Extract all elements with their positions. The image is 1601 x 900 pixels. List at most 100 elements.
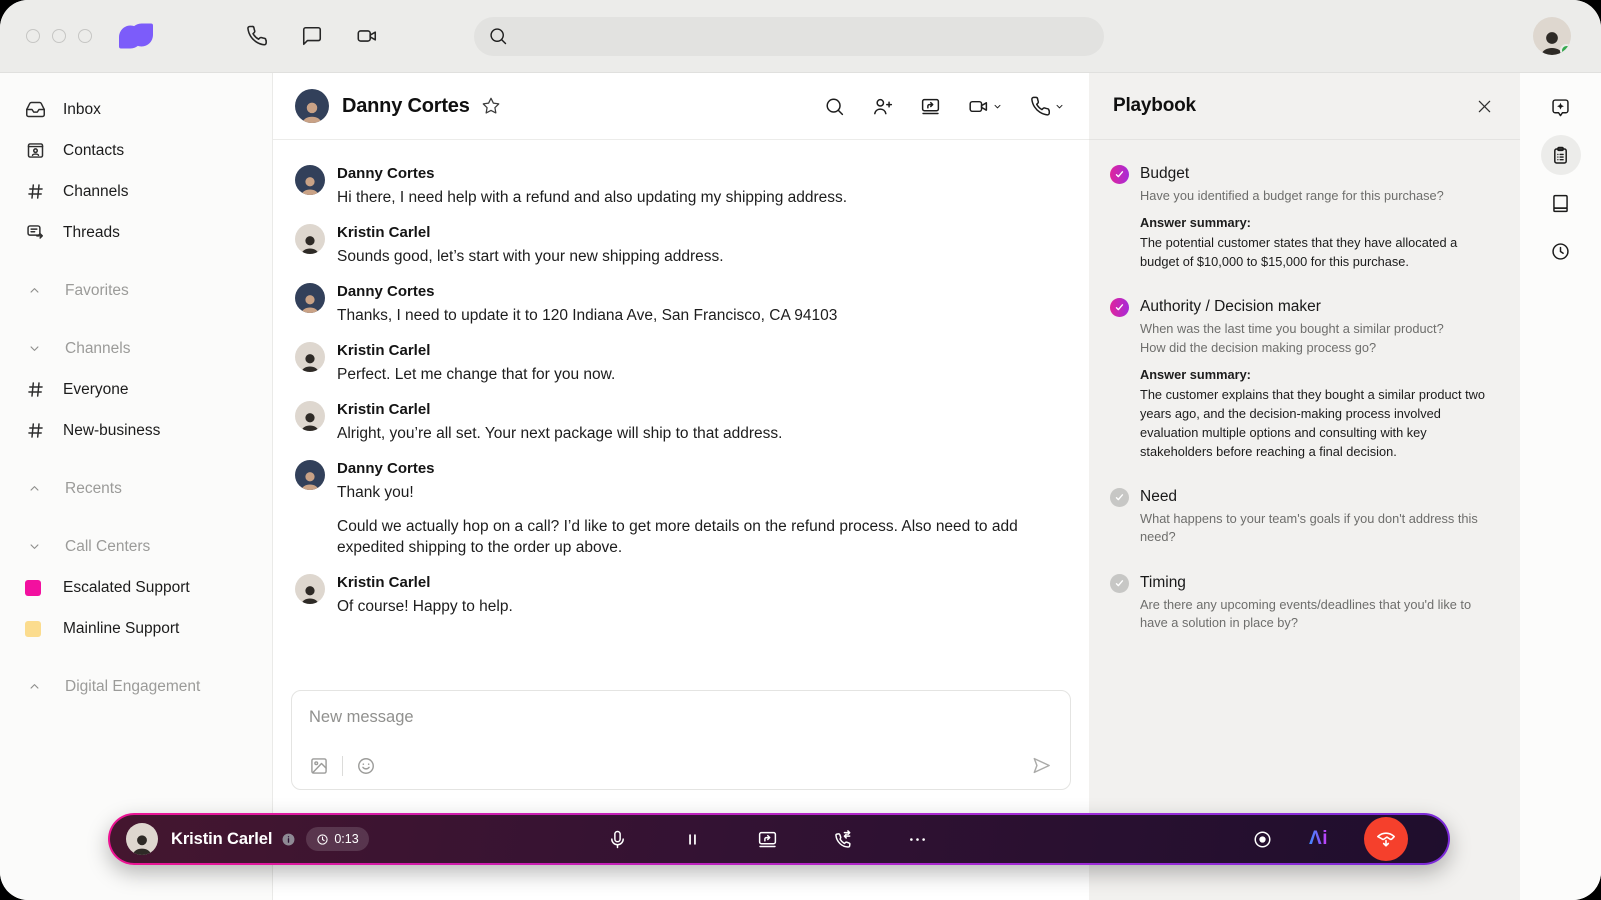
call-right-controls: Λi bbox=[928, 817, 1409, 861]
rail-ai-assistant-button[interactable] bbox=[1541, 87, 1581, 127]
person-silhouette-icon bbox=[128, 831, 156, 855]
sidebar-item-threads[interactable]: Threads bbox=[0, 212, 272, 253]
emoji-icon[interactable] bbox=[356, 756, 376, 776]
message-text: Alright, you’re all set. Your next packa… bbox=[337, 423, 782, 444]
message-author: Kristin Carlel bbox=[337, 224, 724, 242]
attach-image-icon[interactable] bbox=[309, 756, 329, 776]
phone-nav-icon[interactable] bbox=[246, 25, 268, 47]
person-silhouette-icon bbox=[297, 468, 323, 490]
close-playbook-button[interactable] bbox=[1475, 97, 1494, 116]
person-silhouette-icon bbox=[297, 173, 323, 195]
sidebar-item-new-business[interactable]: New-business bbox=[0, 410, 272, 451]
rail-playbook-button[interactable] bbox=[1541, 135, 1581, 175]
sidebar-item-label: Mainline Support bbox=[63, 620, 179, 638]
sidebar-section-channels[interactable]: Channels bbox=[0, 328, 272, 369]
call-center-color-swatch bbox=[25, 580, 41, 596]
chat-nav-icon[interactable] bbox=[301, 25, 323, 47]
chat-header: Danny Cortes bbox=[273, 73, 1089, 140]
send-icon bbox=[1030, 754, 1053, 777]
chevron-down-icon bbox=[27, 539, 42, 554]
phone-icon bbox=[1030, 96, 1051, 117]
ai-logo[interactable]: Λi bbox=[1309, 828, 1328, 850]
app-window: Inbox Contacts Channels Threads Favorite… bbox=[0, 0, 1601, 900]
more-options-icon[interactable] bbox=[907, 829, 928, 850]
search-in-chat-icon[interactable] bbox=[824, 96, 845, 117]
add-person-icon[interactable] bbox=[872, 96, 893, 117]
sidebar-item-mainline-support[interactable]: Mainline Support bbox=[0, 608, 272, 649]
share-screen-icon[interactable] bbox=[757, 829, 778, 850]
chat-actions bbox=[824, 96, 1065, 117]
toolbar-divider bbox=[342, 756, 343, 776]
threads-icon bbox=[25, 222, 46, 243]
avatar bbox=[295, 401, 325, 431]
message: Kristin Carlel Alright, you’re all set. … bbox=[295, 401, 1063, 444]
video-nav-icon[interactable] bbox=[356, 25, 378, 47]
online-status-dot bbox=[1560, 44, 1571, 55]
message-text: Perfect. Let me change that for you now. bbox=[337, 364, 615, 385]
playbook-question: When was the last time you bought a simi… bbox=[1140, 320, 1496, 339]
right-rail bbox=[1520, 73, 1601, 900]
message-text: Could we actually hop on a call? I’d lik… bbox=[337, 516, 1027, 558]
chat-panel: Danny Cortes bbox=[273, 73, 1089, 900]
person-silhouette-icon bbox=[297, 409, 323, 431]
new-message-input[interactable]: New message bbox=[309, 708, 1053, 727]
favorite-star-button[interactable] bbox=[481, 96, 501, 116]
transfer-call-icon[interactable] bbox=[832, 829, 853, 850]
message-author: Kristin Carlel bbox=[337, 574, 513, 592]
sidebar-section-favorites[interactable]: Favorites bbox=[0, 270, 272, 311]
sidebar-item-contacts[interactable]: Contacts bbox=[0, 130, 272, 171]
person-silhouette-icon bbox=[297, 291, 323, 313]
playbook-header: Playbook bbox=[1089, 73, 1520, 140]
composer-toolbar bbox=[309, 754, 1053, 777]
star-icon bbox=[481, 96, 501, 116]
global-search-input[interactable] bbox=[474, 17, 1104, 56]
mute-mic-icon[interactable] bbox=[607, 829, 628, 850]
sidebar-item-inbox[interactable]: Inbox bbox=[0, 89, 272, 130]
send-message-button[interactable] bbox=[1030, 754, 1053, 777]
window-zoom-button[interactable] bbox=[78, 29, 92, 43]
avatar bbox=[295, 283, 325, 313]
message-text: Of course! Happy to help. bbox=[337, 596, 513, 617]
playbook-question: What happens to your team's goals if you… bbox=[1140, 510, 1496, 547]
sidebar-item-label: Threads bbox=[63, 224, 120, 242]
message: Danny Cortes Hi there, I need help with … bbox=[295, 165, 1063, 208]
call-info-button[interactable] bbox=[281, 832, 296, 847]
sidebar-section-recents[interactable]: Recents bbox=[0, 468, 272, 509]
start-video-button[interactable] bbox=[968, 96, 1003, 117]
end-call-button[interactable] bbox=[1364, 817, 1408, 861]
sidebar-item-escalated-support[interactable]: Escalated Support bbox=[0, 567, 272, 608]
hold-pause-icon[interactable] bbox=[682, 829, 703, 850]
playbook-item-title: Budget bbox=[1140, 164, 1496, 183]
rail-history-button[interactable] bbox=[1541, 231, 1581, 271]
person-silhouette-icon bbox=[297, 232, 323, 254]
record-call-icon[interactable] bbox=[1252, 829, 1273, 850]
call-controls bbox=[607, 829, 928, 850]
answer-summary-label: Answer summary: bbox=[1140, 367, 1496, 382]
sidebar-item-label: Everyone bbox=[63, 381, 128, 399]
close-icon bbox=[1475, 97, 1494, 116]
sidebar-item-everyone[interactable]: Everyone bbox=[0, 369, 272, 410]
sidebar-section-label: Favorites bbox=[65, 282, 129, 300]
call-center-color-swatch bbox=[25, 621, 41, 637]
clipboard-icon bbox=[1550, 145, 1571, 166]
window-close-button[interactable] bbox=[26, 29, 40, 43]
rail-notes-button[interactable] bbox=[1541, 183, 1581, 223]
sidebar-section-label: Recents bbox=[65, 480, 122, 498]
caller-name: Kristin Carlel bbox=[171, 830, 272, 849]
sidebar-item-channels[interactable]: Channels bbox=[0, 171, 272, 212]
sidebar-section-call-centers[interactable]: Call Centers bbox=[0, 526, 272, 567]
user-avatar[interactable] bbox=[1533, 17, 1571, 55]
sidebar-item-label: Channels bbox=[63, 183, 129, 201]
sidebar-item-label: New-business bbox=[63, 422, 160, 440]
chevron-down-icon bbox=[27, 341, 42, 356]
share-screen-icon[interactable] bbox=[920, 96, 941, 117]
inbox-icon bbox=[25, 99, 46, 120]
message: Kristin Carlel Sounds good, let’s start … bbox=[295, 224, 1063, 267]
call-info: Kristin Carlel 0:13 bbox=[126, 823, 607, 855]
avatar bbox=[295, 342, 325, 372]
window-minimize-button[interactable] bbox=[52, 29, 66, 43]
sidebar-section-label: Digital Engagement bbox=[65, 678, 200, 696]
start-call-button[interactable] bbox=[1030, 96, 1065, 117]
playbook-item-title: Need bbox=[1140, 487, 1496, 506]
sidebar-section-digital-engagement[interactable]: Digital Engagement bbox=[0, 666, 272, 707]
